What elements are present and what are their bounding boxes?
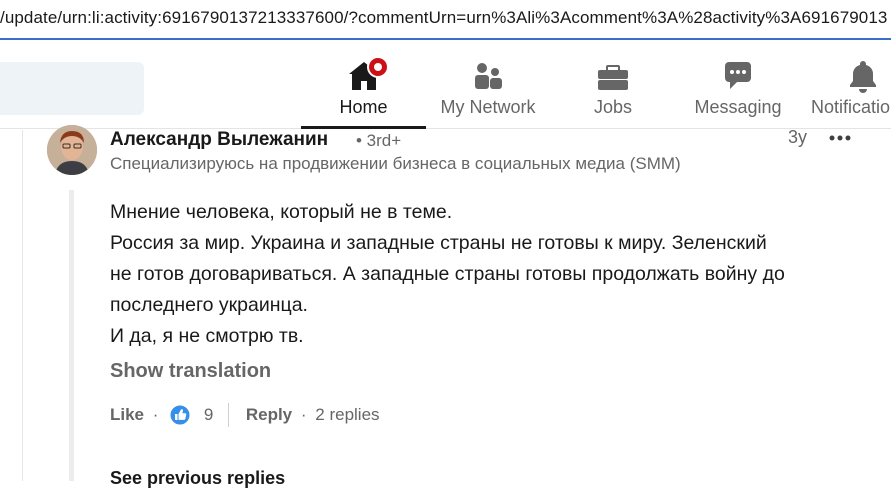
briefcase-icon — [598, 65, 628, 90]
author-name-link[interactable]: Александр Вылежанин — [110, 129, 328, 151]
address-bar[interactable]: /update/urn:li:activity:6916790137213337… — [0, 0, 891, 40]
search-input[interactable] — [0, 62, 144, 115]
nav-notifications[interactable]: Notificatio — [808, 54, 891, 126]
nav-home[interactable]: Home — [301, 54, 426, 129]
author-headline: Специализируюсь на продвижении бизнеса в… — [110, 154, 681, 173]
avatar-photo — [47, 125, 97, 175]
like-button[interactable]: Like — [110, 405, 144, 425]
comment-line: Россия за мир. Украина и западные страны… — [110, 232, 767, 254]
show-translation-button[interactable]: Show translation — [110, 360, 271, 383]
network-icon — [475, 63, 502, 89]
notification-dot-icon — [367, 56, 389, 78]
top-navbar: Home My Network Jobs Messaging Notificat… — [0, 42, 891, 129]
comment-body: Мнение человека, который не в теме. Росс… — [110, 197, 880, 352]
nav-jobs[interactable]: Jobs — [570, 54, 656, 126]
bell-icon — [850, 61, 876, 93]
nav-my-network[interactable]: My Network — [432, 54, 544, 126]
comment-actions: Like · 9 Reply · 2 replies — [110, 403, 380, 429]
comment-line: последнего украинца. — [110, 294, 308, 316]
action-divider — [228, 403, 230, 427]
card-left-border — [22, 130, 23, 481]
replies-count[interactable]: 2 replies — [315, 405, 379, 425]
nav-home-label: Home — [339, 97, 388, 117]
reply-button[interactable]: Reply — [246, 405, 292, 425]
separator-dot: · — [152, 405, 159, 424]
nav-my-network-label: My Network — [440, 97, 536, 117]
comment-line: И да, я не смотрю тв. — [110, 325, 304, 347]
see-previous-replies-button[interactable]: See previous replies — [110, 468, 285, 489]
messaging-icon — [725, 62, 751, 89]
nav-notifications-label: Notificatio — [811, 97, 891, 117]
url-text[interactable]: /update/urn:li:activity:6916790137213337… — [0, 8, 887, 28]
like-count[interactable]: 9 — [204, 405, 213, 425]
nav-messaging[interactable]: Messaging — [690, 54, 786, 126]
more-options-button[interactable] — [826, 124, 854, 148]
comment-line: Мнение человека, который не в теме. — [110, 201, 453, 223]
nav-messaging-label: Messaging — [694, 97, 782, 117]
ellipsis-icon — [829, 135, 851, 141]
nav-jobs-label: Jobs — [593, 97, 633, 117]
like-reaction-icon[interactable] — [169, 404, 191, 426]
comment-thread: Александр Вылежанин • 3rd+ Специализирую… — [0, 125, 891, 488]
separator-dot: · — [300, 405, 307, 424]
thread-line — [69, 190, 74, 481]
avatar[interactable] — [47, 125, 97, 175]
comment-timestamp: 3y — [788, 127, 808, 147]
comment-line: не готов договариваться. А западные стра… — [110, 263, 785, 285]
connection-degree: • 3rd+ — [356, 131, 402, 150]
